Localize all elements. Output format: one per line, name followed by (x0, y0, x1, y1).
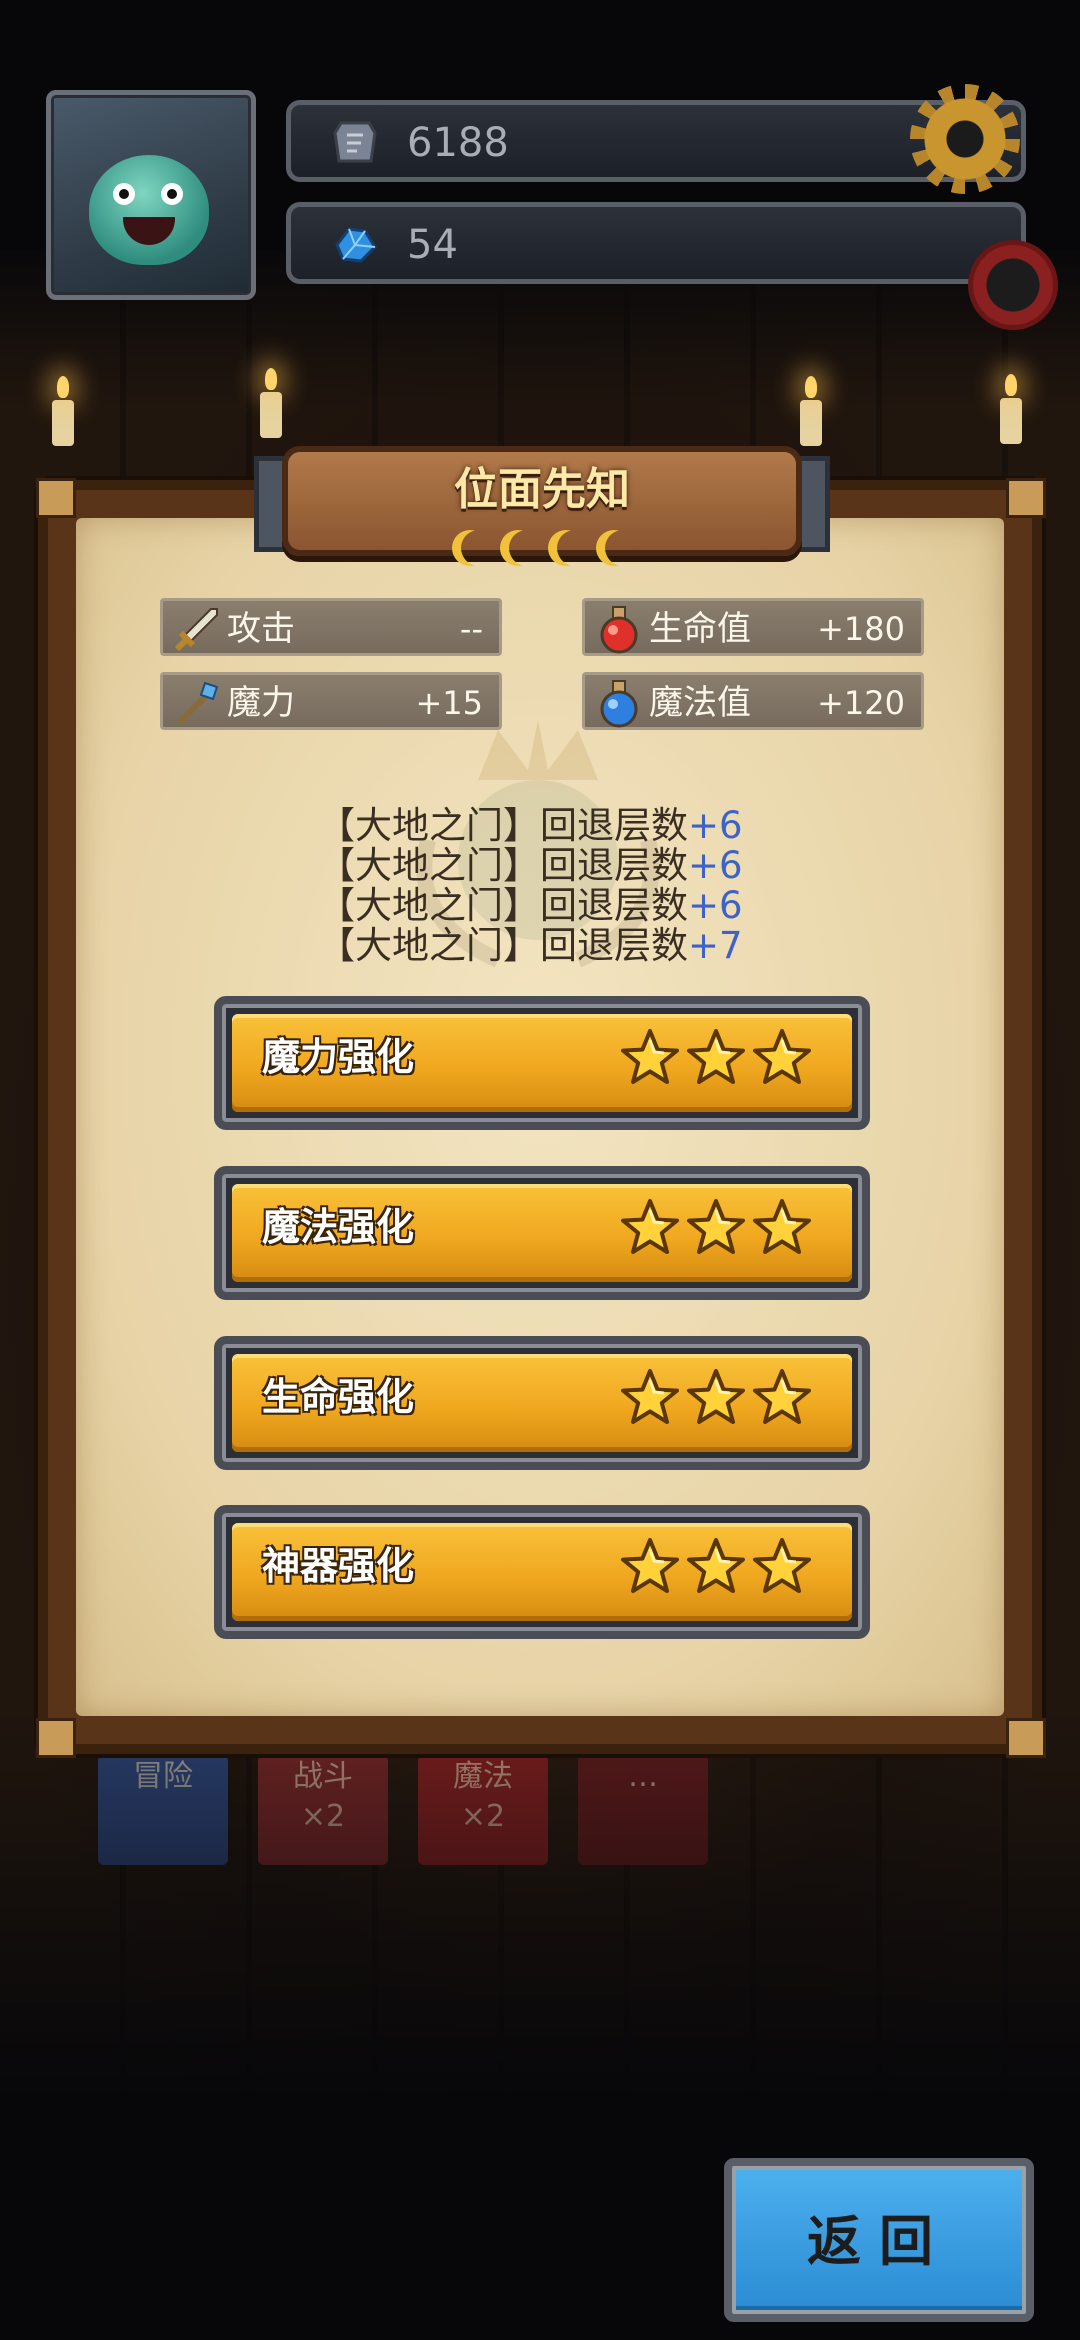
star-icon (686, 1368, 746, 1426)
slime-character-icon (89, 155, 209, 265)
gold-amount: 6188 (407, 120, 509, 166)
bonus-line: 【大地之门】回退层数+6 (318, 804, 743, 847)
gem-amount: 54 (407, 222, 458, 268)
red-round-button[interactable] (968, 240, 1058, 330)
star-icon (620, 1368, 680, 1426)
star-rating (620, 1028, 820, 1088)
candle-icon (800, 376, 822, 446)
candle-icon (260, 368, 282, 438)
stat-attack: 攻击 -- (160, 598, 502, 656)
star-rating (620, 1198, 820, 1258)
star-icon (752, 1198, 812, 1256)
stat-mana: 魔法值 +120 (582, 672, 924, 730)
crescent-moon-icon (509, 530, 545, 566)
candle-icon (1000, 374, 1022, 444)
upgrade-button-magic-power[interactable]: 魔力强化 (214, 996, 870, 1130)
gem-resource-bar: 54 (286, 202, 1026, 284)
stat-magic-power: 魔力 +15 (160, 672, 502, 730)
star-icon (686, 1537, 746, 1595)
back-button[interactable]: 返回 (724, 2158, 1034, 2322)
upgrade-button-health[interactable]: 生命强化 (214, 1336, 870, 1470)
crescent-moon-icon (605, 530, 641, 566)
bonus-line: 【大地之门】回退层数+7 (318, 924, 743, 967)
bonus-line: 【大地之门】回退层数+6 (318, 844, 743, 887)
star-icon (686, 1028, 746, 1086)
stat-health: 生命值 +180 (582, 598, 924, 656)
star-icon (620, 1537, 680, 1595)
blue-crystal-icon (335, 227, 377, 263)
red-potion-icon (600, 606, 638, 654)
stone-tablet-icon (333, 121, 377, 163)
star-rating (620, 1368, 820, 1428)
star-icon (752, 1537, 812, 1595)
upgrade-button-artifact[interactable]: 神器强化 (214, 1505, 870, 1639)
star-icon (620, 1028, 680, 1086)
crescent-moon-icon (461, 530, 497, 566)
bonus-line: 【大地之门】回退层数+6 (318, 884, 743, 927)
blue-potion-icon (600, 680, 638, 728)
star-icon (752, 1028, 812, 1086)
star-icon (686, 1198, 746, 1256)
sword-icon (174, 608, 218, 652)
star-rating (620, 1537, 820, 1597)
bonus-list: 【大地之门】回退层数+6 【大地之门】回退层数+6 【大地之门】回退层数+6 【… (318, 806, 778, 966)
star-icon (620, 1198, 680, 1256)
candle-icon (52, 376, 74, 446)
rank-moons (452, 530, 632, 574)
magic-staff-icon (176, 681, 219, 726)
settings-gear-icon[interactable] (910, 84, 1020, 194)
player-avatar[interactable] (46, 90, 256, 300)
crescent-moon-icon (557, 530, 593, 566)
star-icon (752, 1368, 812, 1426)
panel-title: 位面先知 (454, 464, 630, 515)
upgrade-button-mana[interactable]: 魔法强化 (214, 1166, 870, 1300)
